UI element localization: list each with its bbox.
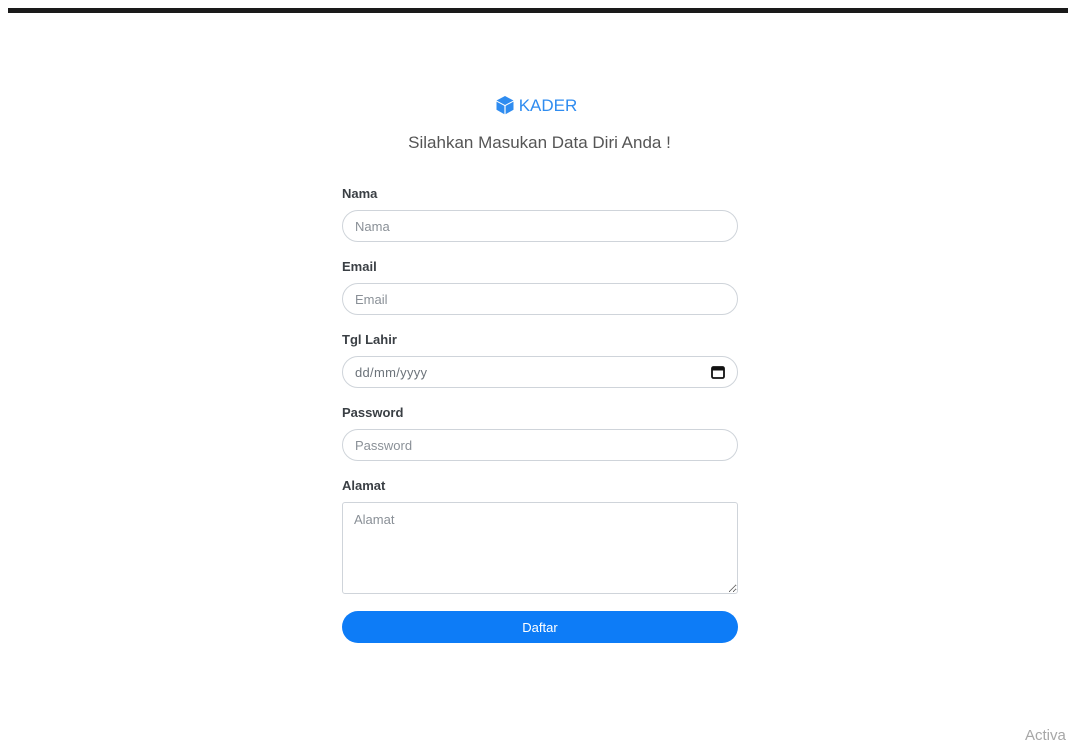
tgl-lahir-label: Tgl Lahir xyxy=(342,332,397,347)
activation-watermark: Activa xyxy=(1025,727,1066,744)
alamat-textarea[interactable] xyxy=(342,502,738,594)
registration-form: Nama Email Tgl Lahir dd/mm/yyyy Password… xyxy=(342,186,738,643)
daftar-button[interactable]: Daftar xyxy=(342,611,738,643)
brand: KADER xyxy=(0,95,1072,117)
calendar-icon[interactable] xyxy=(711,365,725,379)
tgl-lahir-input[interactable]: dd/mm/yyyy xyxy=(342,356,738,388)
date-format-text: dd/mm/yyyy xyxy=(355,364,428,380)
email-input[interactable] xyxy=(342,283,738,315)
nama-input[interactable] xyxy=(342,210,738,242)
top-bar xyxy=(8,8,1068,13)
password-label: Password xyxy=(342,405,404,420)
email-label: Email xyxy=(342,259,377,274)
brand-name: KADER xyxy=(518,96,578,115)
nama-label: Nama xyxy=(342,186,378,201)
password-input[interactable] xyxy=(342,429,738,461)
alamat-label: Alamat xyxy=(342,478,386,493)
page-subtitle: Silahkan Masukan Data Diri Anda ! xyxy=(408,133,671,152)
cube-icon xyxy=(496,96,514,115)
